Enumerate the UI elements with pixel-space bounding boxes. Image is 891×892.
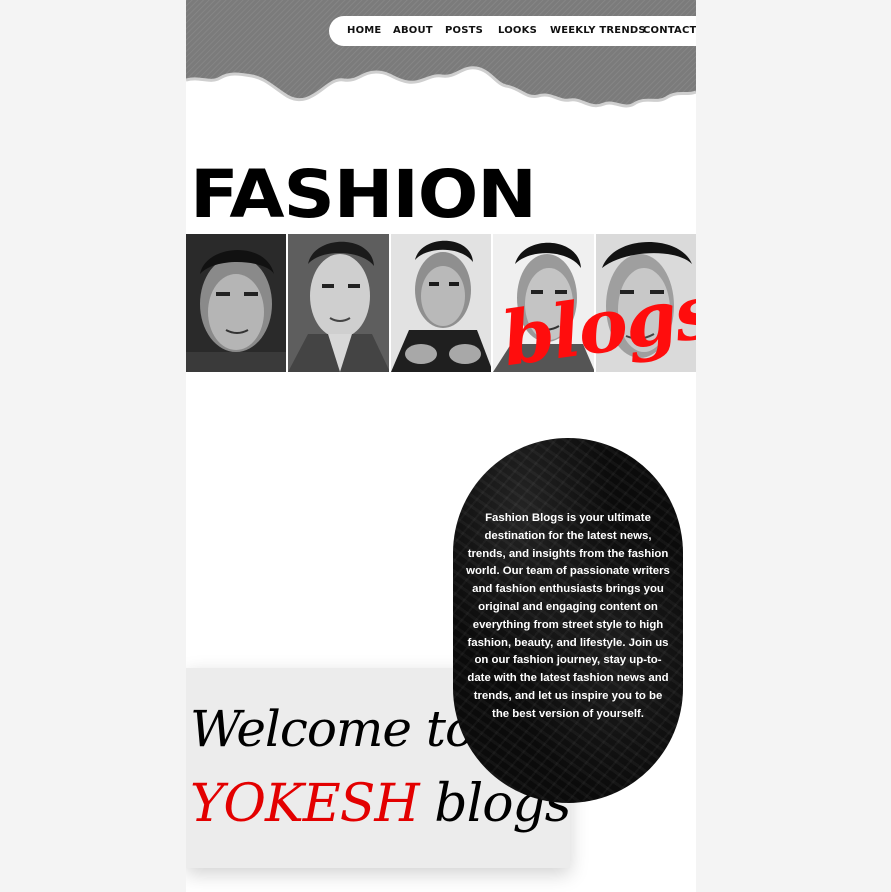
nav-posts[interactable]: POSTS	[445, 25, 483, 36]
nav-looks[interactable]: LOOKS	[498, 25, 537, 36]
nav-home[interactable]: HOME	[347, 25, 381, 36]
portrait-1-image	[186, 234, 289, 372]
about-description: Fashion Blogs is your ultimate destinati…	[466, 512, 670, 720]
hero-title: FASHION	[190, 156, 537, 233]
nav-weekly-trends[interactable]: WEEKLY TRENDS	[550, 25, 646, 36]
page: HOME ABOUT POSTS LOOKS WEEKLY TRENDS CON…	[186, 0, 696, 892]
nav-about[interactable]: ABOUT	[393, 25, 433, 36]
portrait-2-image	[288, 234, 391, 372]
main-nav: HOME ABOUT POSTS LOOKS WEEKLY TRENDS CON…	[329, 16, 696, 46]
brand-name: YOKESH	[190, 774, 420, 834]
welcome-heading: Welcome to	[190, 700, 475, 758]
nav-contact[interactable]: CONTACT	[643, 25, 696, 36]
portrait-3-image	[390, 234, 494, 372]
